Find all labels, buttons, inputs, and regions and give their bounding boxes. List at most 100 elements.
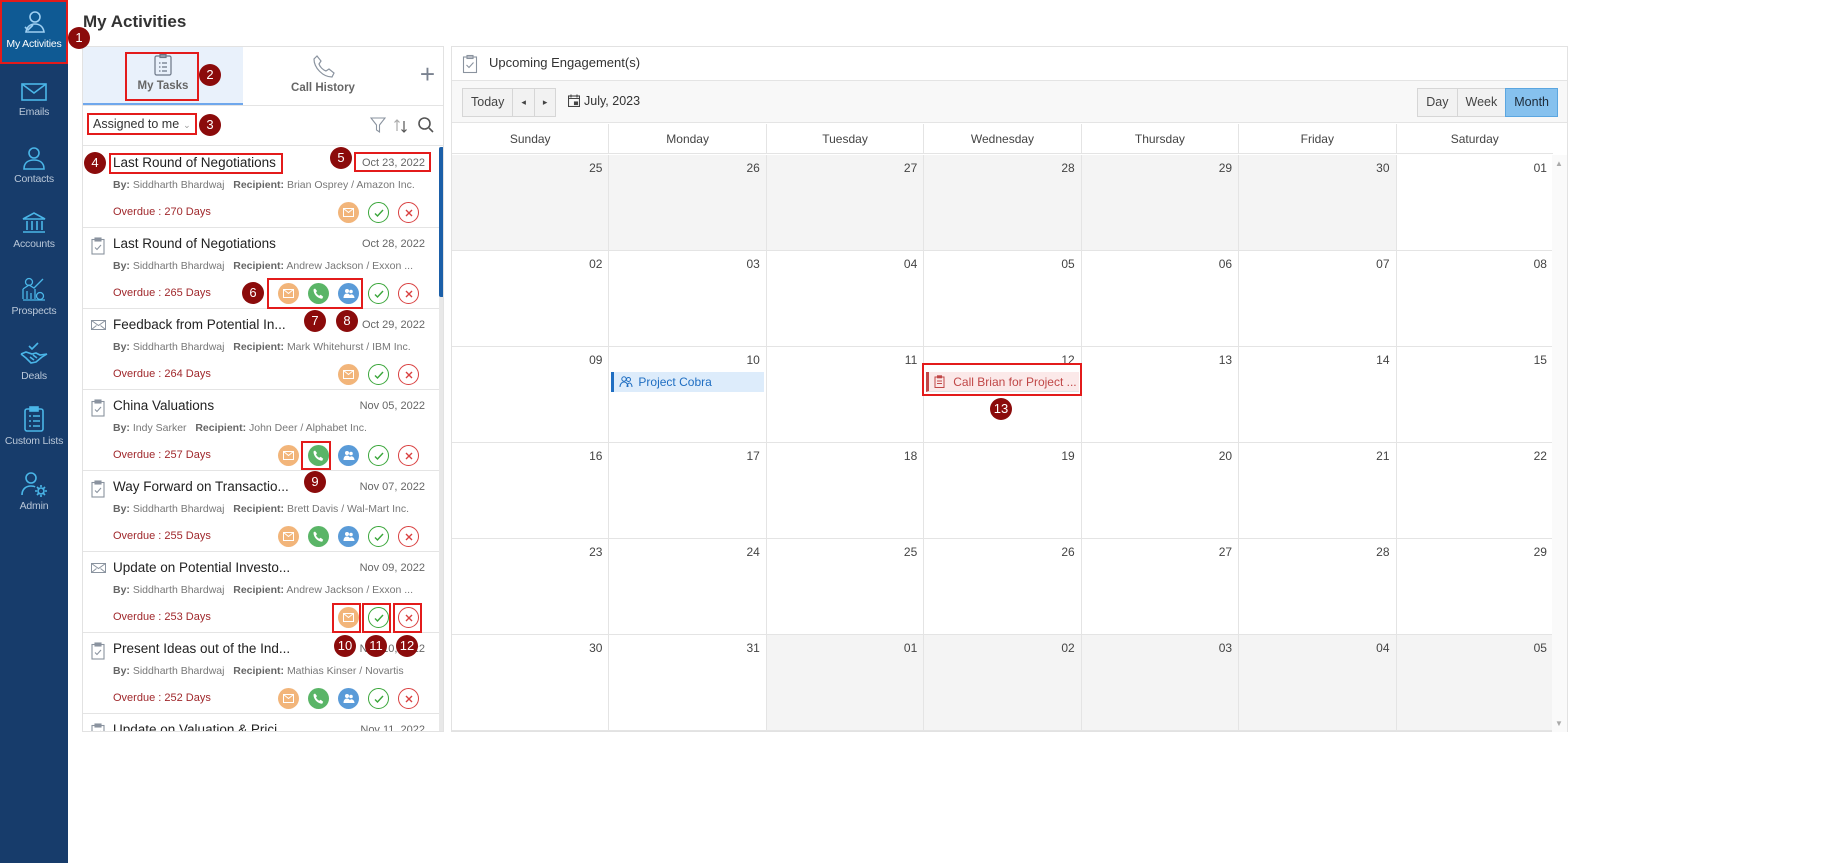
call-action-button[interactable] — [308, 445, 329, 466]
task-item[interactable]: Last Round of Negotiations Oct 23, 2022 By… — [83, 147, 439, 228]
calendar-day-cell[interactable]: 15 — [1395, 347, 1553, 442]
sidebar-item-custom-lists[interactable]: Custom Lists — [0, 399, 68, 463]
calendar-day-cell[interactable]: 01 — [1395, 155, 1553, 250]
calendar-day-cell[interactable]: 28 — [923, 155, 1081, 250]
meeting-action-button[interactable] — [338, 445, 359, 466]
calendar-day-cell[interactable]: 02 — [452, 251, 609, 346]
calendar-day-cell[interactable]: 12 Call Brian for Project ... — [923, 347, 1081, 442]
add-task-button[interactable]: + — [420, 61, 435, 87]
email-action-button[interactable] — [338, 607, 359, 628]
task-title[interactable]: Way Forward on Transactio... — [113, 479, 289, 494]
calendar-day-cell[interactable]: 06 — [1080, 251, 1239, 346]
sidebar-item-accounts[interactable]: Accounts — [0, 204, 68, 268]
filter-icon[interactable] — [370, 116, 386, 134]
calendar-day-cell[interactable]: 25 — [452, 155, 609, 250]
next-month-button[interactable]: ▸ — [533, 88, 557, 117]
calendar-day-cell[interactable]: 01 — [765, 635, 924, 730]
calendar-day-cell[interactable]: 07 — [1238, 251, 1396, 346]
calendar-day-cell[interactable]: 30 — [452, 635, 609, 730]
task-title[interactable]: Update on Valuation & Prici... — [113, 722, 288, 731]
calendar-day-cell[interactable]: 28 — [1238, 539, 1396, 634]
email-action-button[interactable] — [278, 526, 299, 547]
calendar-event-task[interactable]: Call Brian for Project ... — [926, 372, 1079, 392]
calendar-day-cell[interactable]: 26 — [923, 539, 1081, 634]
calendar-day-cell[interactable]: 17 — [608, 443, 766, 538]
sidebar-item-prospects[interactable]: Prospects — [0, 269, 68, 333]
calendar-day-cell[interactable]: 11 — [765, 347, 924, 442]
scroll-up-icon[interactable]: ▲ — [1555, 159, 1563, 168]
calendar-day-cell[interactable]: 14 — [1238, 347, 1396, 442]
calendar-day-cell[interactable]: 09 — [452, 347, 609, 442]
tab-call-history[interactable]: Call History — [243, 47, 403, 105]
complete-action-button[interactable] — [368, 607, 389, 628]
calendar-day-cell[interactable]: 26 — [608, 155, 766, 250]
calendar-event-meeting[interactable]: Project Cobra — [611, 372, 764, 392]
search-icon[interactable] — [417, 116, 435, 134]
meeting-action-button[interactable] — [338, 526, 359, 547]
cancel-action-button[interactable] — [398, 283, 419, 304]
task-title[interactable]: Present Ideas out of the Ind... — [113, 641, 290, 656]
task-title[interactable]: China Valuations — [113, 398, 214, 413]
calendar-day-cell[interactable]: 20 — [1080, 443, 1239, 538]
cancel-action-button[interactable] — [398, 445, 419, 466]
calendar-day-cell[interactable]: 18 — [765, 443, 924, 538]
task-item[interactable]: Update on Valuation & Prici... Nov 11, 20… — [83, 714, 439, 731]
calendar-day-cell[interactable]: 21 — [1238, 443, 1396, 538]
email-action-button[interactable] — [278, 688, 299, 709]
sidebar-item-deals[interactable]: Deals — [0, 334, 68, 398]
calendar-day-cell[interactable]: 05 — [1395, 635, 1553, 730]
month-picker[interactable]: July, 2023 — [567, 94, 640, 108]
call-action-button[interactable] — [308, 283, 329, 304]
calendar-day-cell[interactable]: 23 — [452, 539, 609, 634]
task-title[interactable]: Update on Potential Investo... — [113, 560, 290, 575]
calendar-day-cell[interactable]: 10 Project Cobra — [608, 347, 766, 442]
email-action-button[interactable] — [338, 202, 359, 223]
month-view-button[interactable]: Month — [1505, 88, 1558, 117]
sidebar-item-emails[interactable]: Emails — [0, 74, 68, 138]
calendar-day-cell[interactable]: 03 — [1080, 635, 1239, 730]
calendar-day-cell[interactable]: 25 — [765, 539, 924, 634]
calendar-day-cell[interactable]: 16 — [452, 443, 609, 538]
email-action-button[interactable] — [278, 283, 299, 304]
calendar-day-cell[interactable]: 27 — [1080, 539, 1239, 634]
cancel-action-button[interactable] — [398, 688, 419, 709]
task-item[interactable]: China Valuations Nov 05, 2022 By: Indy Sar… — [83, 390, 439, 471]
week-view-button[interactable]: Week — [1456, 88, 1507, 117]
call-action-button[interactable] — [308, 526, 329, 547]
calendar-day-cell[interactable]: 30 — [1238, 155, 1396, 250]
sidebar-item-admin[interactable]: Admin — [0, 464, 68, 528]
calendar-day-cell[interactable]: 08 — [1395, 251, 1553, 346]
email-action-button[interactable] — [278, 445, 299, 466]
sidebar-item-contacts[interactable]: Contacts — [0, 139, 68, 203]
task-list-scroll-thumb[interactable] — [439, 147, 443, 297]
calendar-scrollbar[interactable]: ▲ ▼ — [1552, 155, 1567, 732]
calendar-day-cell[interactable]: 31 — [608, 635, 766, 730]
task-title[interactable]: Feedback from Potential In... — [113, 317, 286, 332]
sort-icon[interactable] — [393, 117, 409, 135]
calendar-day-cell[interactable]: 03 — [608, 251, 766, 346]
sidebar-item-my-activities[interactable]: My Activities — [0, 0, 68, 64]
email-action-button[interactable] — [338, 364, 359, 385]
calendar-day-cell[interactable]: 04 — [765, 251, 924, 346]
meeting-action-button[interactable] — [338, 688, 359, 709]
task-title[interactable]: Last Round of Negotiations — [113, 236, 276, 251]
complete-action-button[interactable] — [368, 202, 389, 223]
task-item[interactable]: Update on Potential Investo... Nov 09, 20… — [83, 552, 439, 633]
prev-month-button[interactable]: ◂ — [512, 88, 535, 117]
task-item[interactable]: Way Forward on Transactio... Nov 07, 2022… — [83, 471, 439, 552]
today-button[interactable]: Today — [462, 88, 514, 117]
calendar-day-cell[interactable]: 19 — [923, 443, 1081, 538]
calendar-day-cell[interactable]: 22 — [1395, 443, 1553, 538]
day-view-button[interactable]: Day — [1417, 88, 1458, 117]
cancel-action-button[interactable] — [398, 364, 419, 385]
calendar-day-cell[interactable]: 27 — [765, 155, 924, 250]
calendar-day-cell[interactable]: 05 — [923, 251, 1081, 346]
complete-action-button[interactable] — [368, 688, 389, 709]
assigned-filter-dropdown[interactable]: Assigned to me ⌄ — [87, 113, 197, 135]
calendar-day-cell[interactable]: 29 — [1080, 155, 1239, 250]
task-title[interactable]: Last Round of Negotiations — [113, 155, 276, 170]
calendar-day-cell[interactable]: 04 — [1238, 635, 1396, 730]
calendar-day-cell[interactable]: 02 — [923, 635, 1081, 730]
call-action-button[interactable] — [308, 688, 329, 709]
meeting-action-button[interactable] — [338, 283, 359, 304]
